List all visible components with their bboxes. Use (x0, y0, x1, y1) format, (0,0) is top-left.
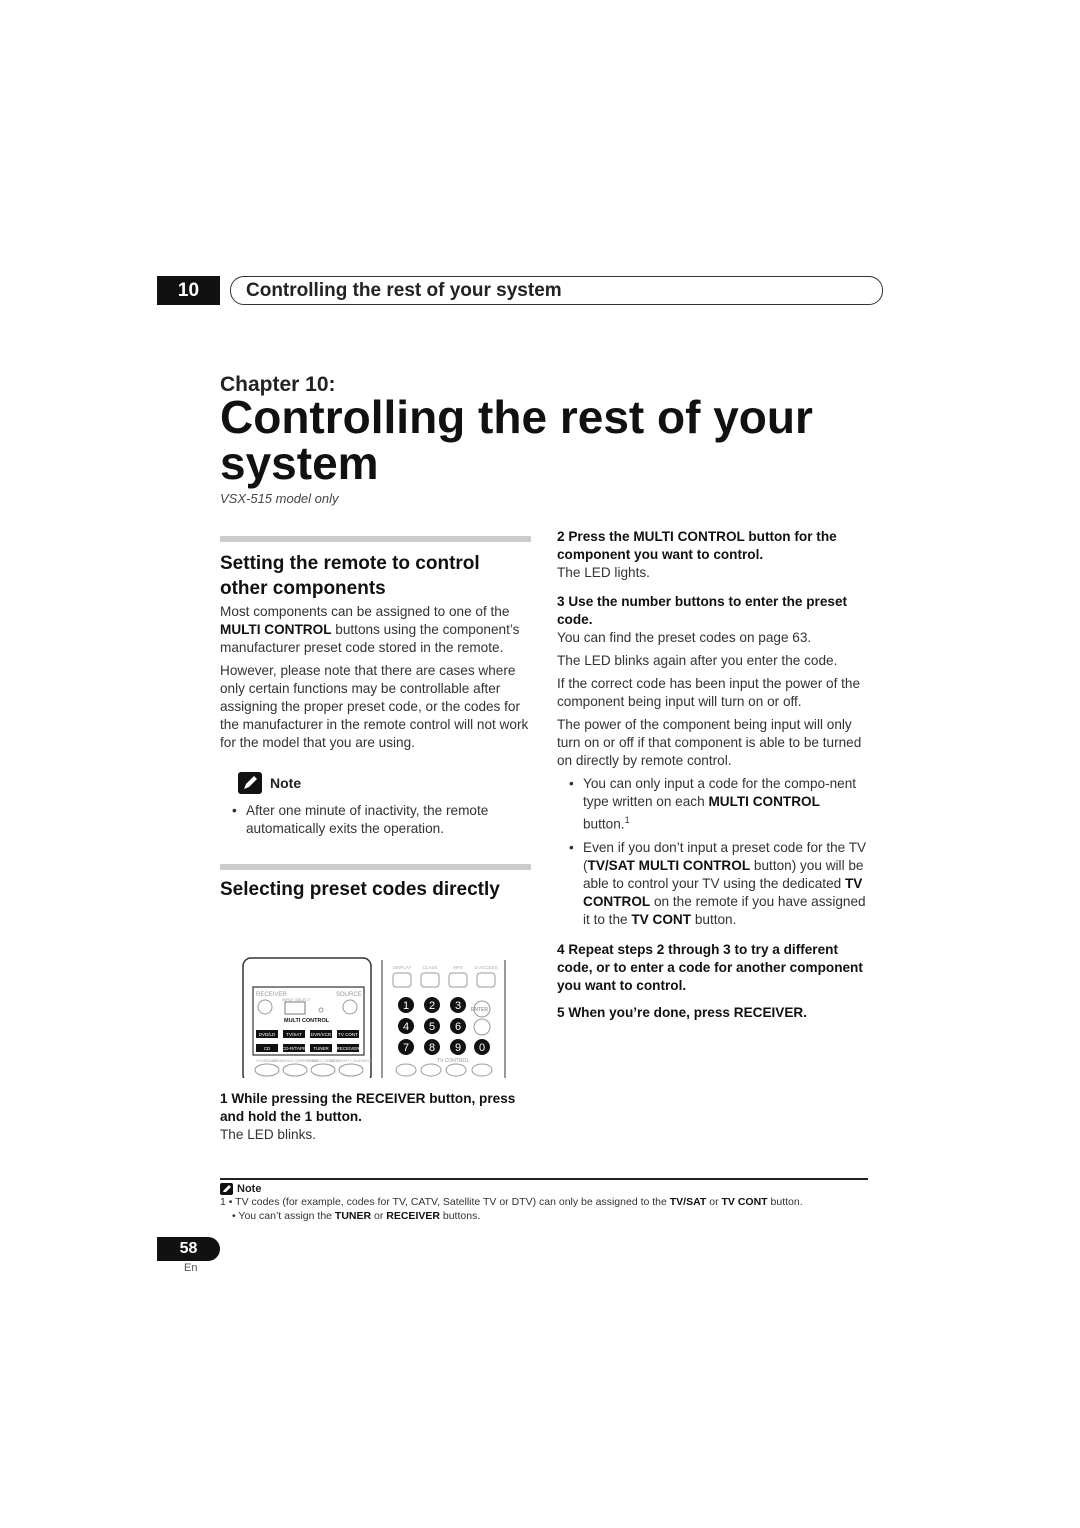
section-heading: Selecting preset codes directly (220, 879, 500, 900)
bullet-item: Even if you don’t input a preset code fo… (557, 839, 869, 929)
step-1: 1 While pressing the RECEIVER button, pr… (220, 1091, 516, 1142)
svg-text:TV CONTROL: TV CONTROL (437, 1058, 469, 1064)
chapter-number-tab: 10 (157, 276, 220, 305)
svg-text:CLASS: CLASS (423, 965, 438, 970)
svg-text:2: 2 (429, 1000, 435, 1012)
svg-text:7: 7 (403, 1042, 409, 1054)
section-heading: Setting the remote to control other comp… (220, 553, 480, 599)
button-label: CD (264, 1046, 271, 1051)
button-label: DVD/LD (259, 1032, 276, 1037)
svg-text:DISPLAY: DISPLAY (393, 965, 412, 970)
svg-text:MPX: MPX (453, 965, 463, 970)
svg-text:D.ACCESS: D.ACCESS (474, 965, 497, 970)
section-divider (220, 864, 531, 870)
svg-text:0: 0 (479, 1042, 485, 1054)
note-heading: Note (238, 772, 531, 794)
paragraph: However, please note that there are case… (220, 663, 529, 750)
running-header: Controlling the rest of your system (230, 276, 883, 305)
button-label: DVR/VCR (311, 1032, 332, 1037)
model-note: VSX-515 model only (220, 491, 339, 506)
left-column: Setting the remote to control other comp… (220, 536, 531, 902)
svg-text:4: 4 (403, 1021, 409, 1033)
button-label: TV CONT (338, 1032, 358, 1037)
svg-text:INPUT SELECT: INPUT SELECT (282, 997, 311, 1002)
section-divider (220, 536, 531, 542)
button-label: TUNER (313, 1046, 329, 1051)
footnote: Note 1 • TV codes (for example, codes fo… (220, 1178, 868, 1223)
svg-text:1: 1 (403, 1000, 409, 1012)
svg-text:MIDNIGHT LOUDNESS: MIDNIGHT LOUDNESS (330, 1058, 373, 1063)
svg-text:5: 5 (429, 1021, 435, 1033)
pencil-note-icon (238, 772, 262, 794)
note-item: After one minute of inactivity, the remo… (220, 802, 531, 838)
svg-text:6: 6 (455, 1021, 461, 1033)
svg-text:3: 3 (455, 1000, 461, 1012)
language-label: En (184, 1262, 198, 1274)
source-label: SOURCE (336, 992, 362, 998)
remote-control-illustration: RECEIVER SOURCE INPUT SELECT MULTI CONTR… (242, 957, 506, 1078)
bullet-item: You can only input a code for the compo-… (557, 775, 869, 834)
paragraph: Most components can be assigned to one o… (220, 604, 520, 655)
svg-text:8: 8 (429, 1042, 435, 1054)
manual-page: { "header":{"chapter_number":"10","chapt… (0, 0, 1080, 1528)
pencil-note-icon (220, 1183, 233, 1195)
page-title: Controlling the rest of your system (220, 391, 813, 489)
svg-text:9: 9 (455, 1042, 461, 1054)
button-label: RECEIVER (336, 1046, 360, 1051)
right-column: 2 Press the MULTI CONTROL button for the… (557, 528, 869, 1022)
multi-control-label: MULTI CONTROL (284, 1018, 330, 1024)
page-number: 58 (157, 1237, 220, 1261)
button-label: CD-R/TAPE (282, 1046, 306, 1051)
button-label: TV/SAT (286, 1032, 302, 1037)
